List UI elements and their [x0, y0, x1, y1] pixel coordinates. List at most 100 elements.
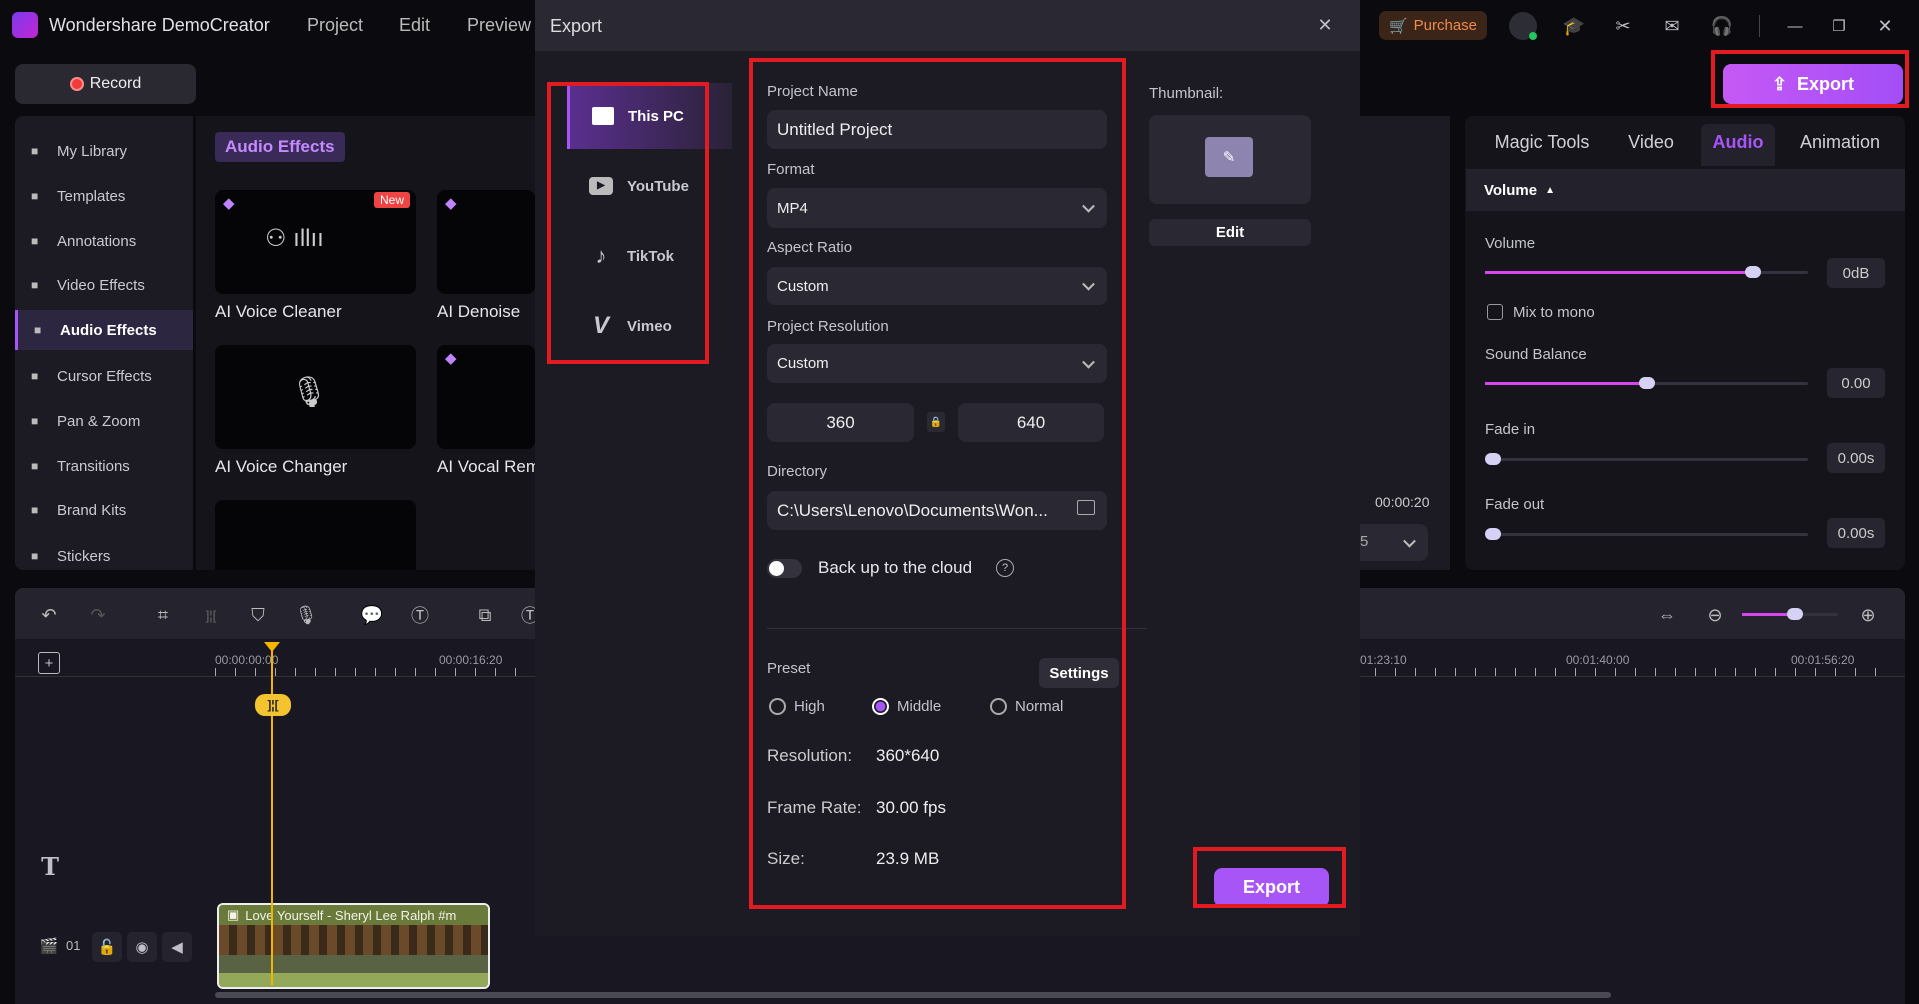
app-title: Wondershare DemoCreator — [49, 15, 270, 35]
zoom-out-icon[interactable]: ⊖ — [1700, 600, 1730, 630]
mark-icon[interactable]: ⛉ — [243, 600, 273, 630]
fade-out-value[interactable]: 0.00s — [1827, 518, 1885, 548]
menu-preview[interactable]: Preview — [467, 15, 531, 36]
sidebar-item-templates[interactable]: ■ Templates — [15, 176, 193, 216]
purchase-button[interactable]: 🛒 Purchase — [1379, 11, 1487, 40]
sidebar-item-pan-zoom[interactable]: ■ Pan & Zoom — [15, 401, 193, 441]
sidebar-item-video-effects[interactable]: ■ Video Effects — [15, 265, 193, 305]
lock-ratio-icon[interactable]: 🔒 — [927, 412, 945, 432]
mix-mono-checkbox[interactable] — [1487, 304, 1503, 320]
info-framerate-value: 30.00 fps — [876, 798, 946, 817]
effect-card-voice-cleaner[interactable]: ◆ New ⚇ ıllıı — [215, 190, 416, 294]
project-name-input[interactable] — [767, 110, 1107, 149]
preview-zoom-select[interactable]: 5 — [1360, 524, 1428, 561]
directory-input[interactable]: C:\Users\Lenovo\Documents\Won... — [767, 491, 1107, 530]
minimize-icon[interactable]: — — [1782, 12, 1808, 40]
sidebar-item-brand-kits[interactable]: ■ Brand Kits — [15, 490, 193, 530]
help-icon[interactable]: ? — [996, 559, 1014, 577]
avatar[interactable] — [1509, 12, 1537, 40]
sidebar-item-my-library[interactable]: ■ My Library — [15, 131, 193, 171]
feedback-icon[interactable]: ✂ — [1609, 12, 1637, 40]
effect-card-vocal-remover[interactable]: ◆ — [437, 345, 535, 449]
tab-audio[interactable]: Audio — [1705, 132, 1771, 164]
split-icon[interactable]: ]¦[ — [196, 600, 226, 630]
video-clip-icon: ▣ — [227, 907, 240, 922]
balance-value[interactable]: 0.00 — [1827, 368, 1885, 398]
fade-in-value[interactable]: 0.00s — [1827, 443, 1885, 473]
split-marker-icon[interactable]: ]¦[ — [255, 694, 291, 716]
width-input[interactable]: 360 — [767, 403, 914, 442]
effect-card-voice-changer[interactable]: 🎙 — [215, 345, 416, 449]
balance-slider-thumb[interactable] — [1638, 377, 1655, 389]
restore-icon[interactable]: ❐ — [1826, 12, 1852, 40]
preset-label: Preset — [767, 660, 811, 677]
export-button-top[interactable]: ⇪ Export — [1723, 64, 1903, 104]
destination-vimeo[interactable]: V Vimeo — [567, 293, 732, 359]
fade-out-slider[interactable] — [1485, 533, 1808, 536]
preset-normal-radio[interactable] — [990, 698, 1007, 715]
sidebar-item-audio-effects[interactable]: ■ Audio Effects — [15, 310, 193, 350]
volume-section-header[interactable]: Volume ▲ — [1466, 169, 1905, 211]
destination-this-pc[interactable]: This PC — [567, 83, 732, 149]
sidebar-item-stickers[interactable]: ■ Stickers — [15, 536, 193, 576]
ruler-label: 01:23:10 — [1360, 653, 1407, 667]
export-button[interactable]: Export — [1214, 868, 1329, 907]
undo-icon[interactable]: ↶ — [34, 600, 64, 630]
lock-track-icon[interactable]: 🔓 — [92, 932, 122, 962]
fade-out-thumb[interactable] — [1485, 528, 1501, 540]
tutorial-cap-icon[interactable]: 🎓 — [1560, 12, 1588, 40]
sidebar-item-annotations[interactable]: ■ Annotations — [15, 221, 193, 261]
ruler-label: 00:01:56:20 — [1791, 653, 1855, 667]
aspect-ratio-select[interactable]: Custom — [767, 267, 1107, 305]
horizontal-scrollbar[interactable] — [215, 992, 1611, 998]
thumbnail-edit-button[interactable]: Edit — [1149, 219, 1311, 246]
height-input[interactable]: 640 — [958, 403, 1104, 442]
text-box-icon[interactable]: Ⓣ — [405, 600, 435, 630]
backup-toggle[interactable] — [767, 559, 802, 578]
support-headset-icon[interactable]: 🎧 — [1708, 12, 1736, 40]
playhead-handle[interactable] — [264, 642, 280, 652]
folder-icon[interactable] — [1077, 500, 1095, 515]
tab-magic-tools[interactable]: Magic Tools — [1490, 132, 1594, 164]
add-track-icon[interactable]: + — [38, 652, 60, 674]
sidebar-item-cursor-effects[interactable]: ■ Cursor Effects — [15, 356, 193, 396]
zoom-in-icon[interactable]: ⊕ — [1853, 600, 1883, 630]
mute-speaker-icon[interactable]: ◀ — [162, 932, 192, 962]
close-window-icon[interactable]: ✕ — [1872, 12, 1898, 40]
resolution-select[interactable]: Custom — [767, 344, 1107, 383]
timeline-clip[interactable]: ▣ Love Yourself - Sheryl Lee Ralph #m — [217, 903, 490, 989]
preset-middle-radio[interactable] — [872, 698, 889, 715]
redo-icon[interactable]: ↷ — [83, 600, 113, 630]
preset-high-radio[interactable] — [769, 698, 786, 715]
thumbnail-preview[interactable]: ✎ — [1149, 115, 1311, 204]
visibility-eye-icon[interactable]: ◉ — [127, 932, 157, 962]
timeline-zoom-thumb[interactable] — [1786, 608, 1803, 620]
video-track-icon: 🎬 — [39, 938, 59, 955]
effect-card[interactable] — [215, 500, 416, 570]
sidebar-item-transitions[interactable]: ■ Transitions — [15, 446, 193, 486]
format-select[interactable]: MP4 — [767, 188, 1107, 228]
mail-icon[interactable]: ✉ — [1658, 12, 1686, 40]
destination-tiktok[interactable]: ♪ TikTok — [567, 223, 732, 289]
crop-icon[interactable]: ⌗ — [148, 600, 178, 630]
volume-value[interactable]: 0dB — [1827, 258, 1885, 288]
info-resolution-value: 360*640 — [876, 746, 940, 765]
microphone-icon[interactable]: 🎙 — [291, 600, 321, 630]
menu-project[interactable]: Project — [307, 15, 363, 36]
close-dialog-icon[interactable]: ✕ — [1313, 13, 1337, 37]
fit-timeline-icon[interactable]: ⇔ — [1652, 600, 1682, 630]
volume-slider-thumb[interactable] — [1745, 266, 1762, 278]
fade-in-thumb[interactable] — [1485, 453, 1501, 465]
subtitle-icon[interactable]: ⧉ — [470, 600, 500, 630]
fade-in-slider[interactable] — [1485, 458, 1808, 461]
tab-video[interactable]: Video — [1620, 132, 1682, 164]
destination-youtube[interactable]: ▶ YouTube — [567, 153, 732, 219]
project-name-label: Project Name — [767, 83, 858, 100]
fade-out-label: Fade out — [1485, 496, 1545, 513]
effect-card-denoise[interactable]: ◆ — [437, 190, 535, 294]
tab-animation[interactable]: Animation — [1790, 132, 1890, 164]
record-button[interactable]: Record — [15, 64, 196, 104]
annotation-bubble-icon[interactable]: 💬 — [357, 600, 387, 630]
settings-button[interactable]: Settings — [1039, 658, 1119, 688]
menu-edit[interactable]: Edit — [399, 15, 430, 36]
